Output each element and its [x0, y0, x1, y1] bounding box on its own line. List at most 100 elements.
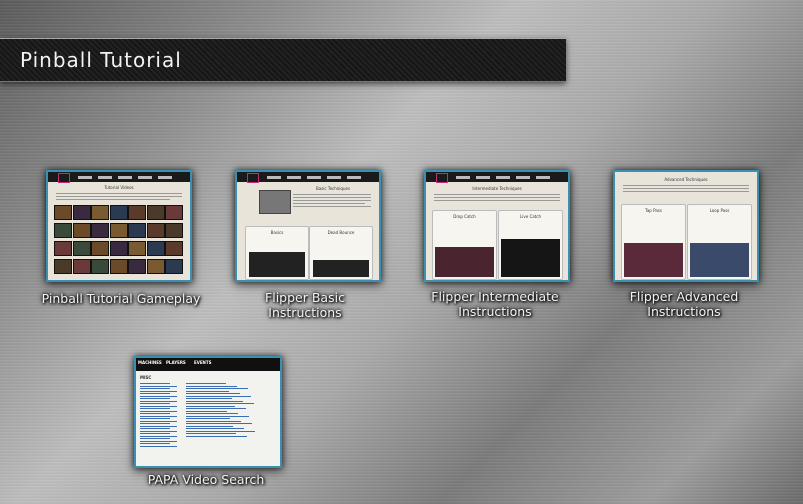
link-line [186, 398, 232, 399]
page-title: Pinball Tutorial [20, 48, 182, 72]
panel-left: Tap Pass [621, 204, 686, 280]
video-thumb [109, 241, 128, 256]
link-line [186, 383, 226, 384]
link-line [186, 388, 248, 389]
link-line [140, 435, 177, 437]
thumb-heading: Advanced Techniques [664, 177, 708, 182]
video-thumb [109, 205, 128, 220]
link-list [136, 358, 280, 466]
video-thumb [54, 205, 72, 220]
logo-icon [58, 173, 70, 183]
link-line [186, 418, 230, 419]
link-line [186, 395, 251, 397]
tile-caption[interactable]: PAPA Video Search [134, 472, 278, 487]
link-line [186, 435, 247, 437]
title-bar: Pinball Tutorial [0, 38, 566, 82]
thumbnail-gameplay[interactable]: Tutorial Videos [46, 170, 192, 282]
link-line [186, 433, 236, 434]
logo-icon [436, 173, 448, 183]
link-line [140, 425, 177, 427]
video-thumb [128, 223, 146, 238]
link-line [186, 423, 252, 424]
link-line [140, 443, 170, 444]
link-line [140, 418, 170, 419]
thumbnail-flipper-basic[interactable]: Basic Techniques Basics Dead Bounce [235, 170, 381, 282]
link-line [186, 428, 244, 429]
link-line [140, 410, 177, 412]
link-line [140, 400, 177, 402]
video-thumb [91, 259, 109, 274]
video-thumb [128, 259, 146, 274]
link-line [186, 405, 235, 407]
thumb-heading: Tutorial Videos [104, 185, 134, 190]
link-line [140, 395, 177, 397]
video-thumb [72, 241, 91, 256]
video-thumb [128, 241, 146, 256]
link-line [140, 390, 177, 392]
link-line [186, 410, 227, 412]
link-line [140, 385, 177, 387]
panel-right: Live Catch [498, 210, 563, 280]
tile-caption[interactable]: Flipper Advanced Instructions [614, 289, 754, 319]
link-line [186, 413, 238, 414]
tile-caption[interactable]: Flipper Intermediate Instructions [424, 289, 566, 319]
logo-icon [247, 173, 259, 183]
thumbnail-papa-video-search[interactable]: MACHINES PLAYERS EVENTS MISC [134, 356, 282, 468]
panel-right: Loop Pass [687, 204, 752, 280]
link-line [140, 415, 177, 417]
mini-nav [48, 172, 190, 183]
tile-caption[interactable]: Pinball Tutorial Gameplay [30, 291, 212, 306]
link-line [140, 445, 177, 447]
link-line [140, 428, 170, 429]
link-line [140, 393, 170, 394]
link-line [186, 415, 249, 417]
panel-left: Basics [245, 226, 309, 280]
video-thumb [146, 259, 165, 274]
video-thumb [165, 205, 183, 220]
tile-caption[interactable]: Flipper Basic Instructions [245, 290, 365, 320]
link-line [140, 438, 170, 439]
link-line [186, 400, 243, 402]
link-line [186, 393, 240, 394]
video-thumb [146, 223, 165, 238]
thumbnail-flipper-intermediate[interactable]: Intermediate Techniques Drop Catch Live … [424, 170, 570, 282]
video-thumb [165, 223, 183, 238]
video-thumb [91, 223, 109, 238]
link-line [186, 420, 241, 422]
video-thumb [109, 259, 128, 274]
video-thumb [146, 205, 165, 220]
video-thumb [54, 241, 72, 256]
link-line [186, 430, 255, 432]
video-grid [54, 205, 184, 277]
video-thumb [91, 241, 109, 256]
link-line [186, 425, 233, 427]
video-thumb [72, 259, 91, 274]
thumb-heading: Intermediate Techniques [472, 186, 522, 191]
link-line [140, 408, 170, 409]
link-line [140, 430, 177, 432]
video-thumb [54, 223, 72, 238]
link-line [186, 408, 246, 409]
link-line [140, 433, 170, 434]
link-line [140, 398, 170, 399]
link-line [140, 403, 170, 404]
panel-right: Dead Bounce [309, 226, 373, 280]
video-thumb [72, 223, 91, 238]
link-line [140, 383, 170, 384]
link-line [140, 423, 170, 424]
link-line [140, 420, 177, 422]
video-thumb [128, 205, 146, 220]
link-line [140, 388, 170, 389]
video-thumb [146, 241, 165, 256]
link-line [140, 440, 177, 442]
thumbnail-flipper-advanced[interactable]: Advanced Techniques Tap Pass Loop Pass [613, 170, 759, 282]
video-thumb [165, 241, 183, 256]
thumb-heading: Basic Techniques [315, 186, 351, 191]
video-thumb [72, 205, 91, 220]
link-line [140, 405, 177, 407]
link-line [140, 413, 170, 414]
link-line [186, 403, 254, 404]
video-thumb [91, 205, 109, 220]
video-thumb [54, 259, 72, 274]
video-thumb [109, 223, 128, 238]
